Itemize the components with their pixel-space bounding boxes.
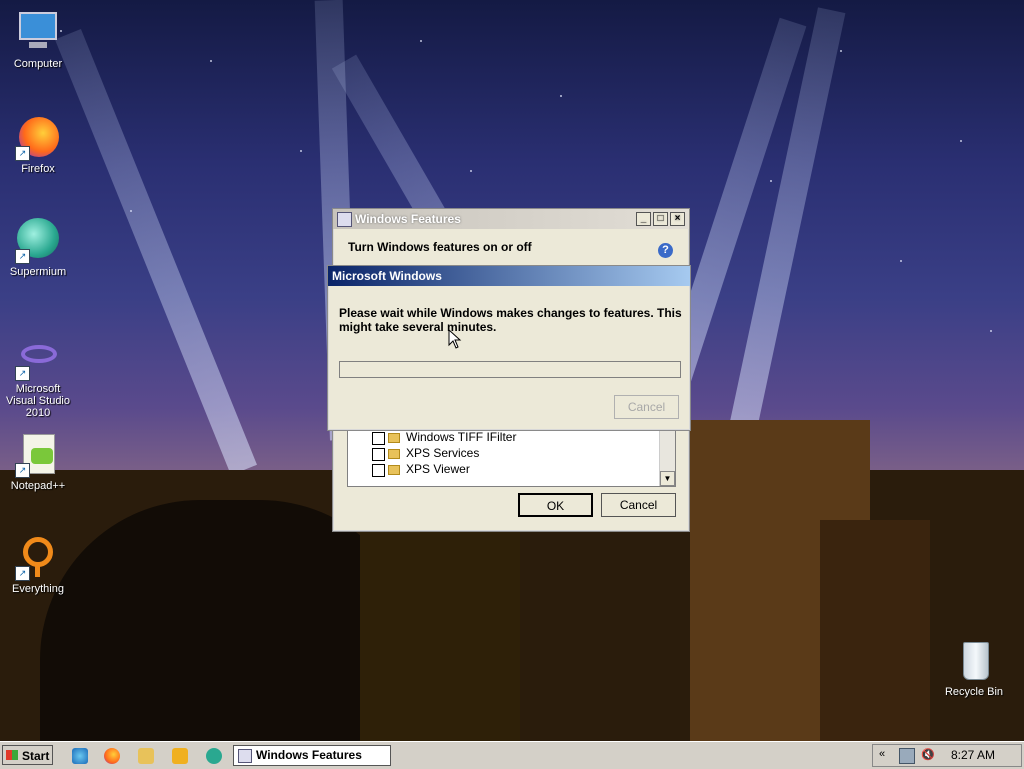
taskbar: Start Windows Features « 🔇 8:27 AM: [0, 741, 1024, 769]
mouse-cursor-icon: [448, 329, 462, 349]
shortcut-arrow-icon: ↗: [15, 463, 30, 478]
dialog-title: Microsoft Windows: [332, 269, 442, 283]
desktop-icon-everything[interactable]: ↗ Everything: [0, 535, 76, 595]
maximize-button[interactable]: □: [653, 212, 668, 226]
desktop-icon-label: Microsoft Visual Studio 2010: [5, 383, 70, 419]
firefox-icon[interactable]: [104, 748, 120, 764]
shortcut-arrow-icon: ↗: [15, 566, 30, 581]
everything-icon: ↗: [15, 535, 61, 581]
searchlight-beam: [54, 28, 257, 476]
folder-icon[interactable]: [138, 748, 154, 764]
internet-explorer-icon[interactable]: [72, 748, 88, 764]
shortcut-arrow-icon: ↗: [15, 366, 30, 381]
media-player-icon[interactable]: [172, 748, 188, 764]
task-label: Windows Features: [256, 748, 362, 762]
desktop-icon-label: Recycle Bin: [944, 686, 1004, 698]
window-title: Windows Features: [355, 212, 461, 226]
desktop-icon-recycle-bin[interactable]: Recycle Bin: [936, 638, 1012, 698]
desktop-icon-firefox[interactable]: ↗ Firefox: [0, 115, 76, 175]
notepadpp-icon: ↗: [15, 432, 61, 478]
taskbar-task-windows-features[interactable]: Windows Features: [233, 745, 391, 766]
dialog-titlebar[interactable]: Microsoft Windows: [328, 266, 690, 286]
desktop-icon-computer[interactable]: Computer: [0, 10, 76, 70]
shortcut-arrow-icon: ↗: [15, 146, 30, 161]
network-icon[interactable]: [899, 748, 915, 764]
star: [300, 150, 302, 152]
window-titlebar[interactable]: Windows Features _ □ ×: [333, 209, 689, 229]
star: [420, 40, 422, 42]
desktop-icon-notepadpp[interactable]: ↗ Notepad++: [0, 432, 76, 492]
building-columns: [360, 520, 520, 741]
close-button[interactable]: ×: [670, 212, 685, 226]
folder-icon: [388, 465, 400, 475]
desktop-icon-label: Notepad++: [10, 480, 66, 492]
feature-checkbox[interactable]: [372, 464, 385, 477]
desktop-icon-label: Everything: [12, 583, 64, 595]
star: [900, 260, 902, 262]
features-heading: Turn Windows features on or off: [348, 240, 532, 254]
computer-icon: [15, 10, 61, 56]
recycle-bin-icon: [951, 638, 997, 684]
windows-logo-icon: [6, 750, 18, 760]
star: [960, 140, 962, 142]
star: [990, 330, 992, 332]
star: [210, 60, 212, 62]
supermium-icon: ↗: [15, 218, 61, 264]
minimize-button[interactable]: _: [636, 212, 651, 226]
window-app-icon: [337, 212, 352, 227]
desktop-icon-label: Supermium: [9, 266, 67, 278]
firefox-icon: ↗: [15, 115, 61, 161]
start-label: Start: [22, 749, 50, 763]
dialog-cancel-button: Cancel: [614, 395, 679, 419]
feature-label: Windows TIFF IFilter: [406, 430, 517, 444]
building-wing: [820, 520, 930, 741]
start-button[interactable]: Start: [2, 745, 53, 765]
desktop-icon-supermium[interactable]: ↗ Supermium: [0, 218, 76, 278]
progress-message: Please wait while Windows makes changes …: [339, 306, 682, 334]
desktop-icon-label: Computer: [13, 58, 63, 70]
clock[interactable]: 8:27 AM: [951, 748, 995, 762]
shortcut-arrow-icon: ↗: [15, 249, 30, 264]
star: [770, 180, 772, 182]
feature-label: XPS Services: [406, 446, 480, 460]
cancel-button[interactable]: Cancel: [601, 493, 676, 517]
star: [470, 170, 472, 172]
help-icon[interactable]: ?: [658, 243, 673, 258]
progress-dialog: Microsoft Windows Please wait while Wind…: [327, 265, 691, 431]
feature-label: XPS Viewer: [406, 462, 470, 476]
system-tray: « 🔇 8:27 AM: [872, 744, 1022, 767]
scroll-down-arrow-icon[interactable]: ▼: [660, 471, 675, 486]
window-app-icon: [238, 749, 252, 763]
show-hidden-icon[interactable]: «: [879, 748, 885, 760]
star: [560, 95, 562, 97]
progress-bar: [339, 361, 681, 378]
feature-checkbox[interactable]: [372, 432, 385, 445]
ok-button[interactable]: OK: [518, 493, 593, 517]
feature-checkbox[interactable]: [372, 448, 385, 461]
supermium-icon[interactable]: [206, 748, 222, 764]
desktop-icon-label: Firefox: [21, 163, 55, 175]
desktop-icon-visual-studio[interactable]: ↗ Microsoft Visual Studio 2010: [0, 335, 76, 419]
folder-icon: [388, 433, 400, 443]
star: [840, 50, 842, 52]
folder-icon: [388, 449, 400, 459]
visual-studio-icon: ↗: [15, 335, 61, 381]
volume-muted-icon[interactable]: 🔇: [921, 748, 935, 762]
